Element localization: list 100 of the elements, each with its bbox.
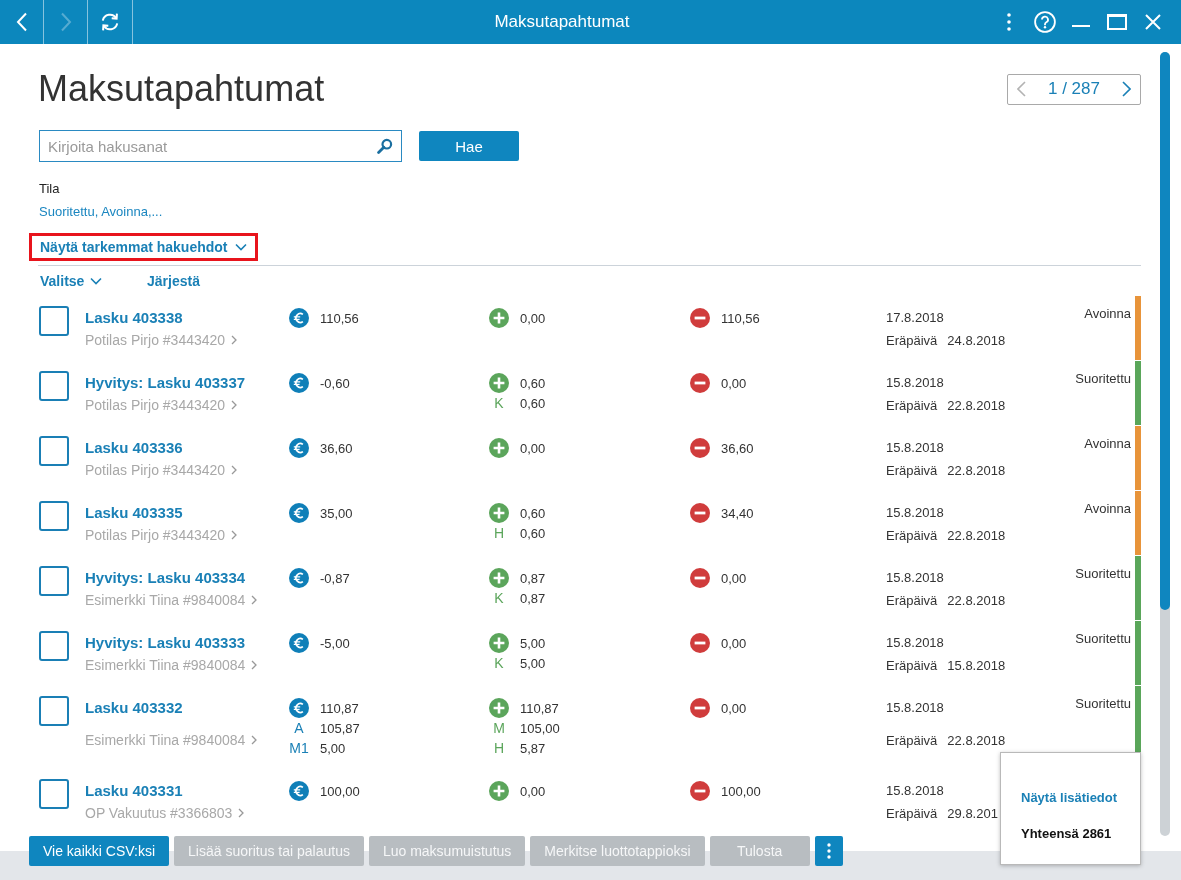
row-checkbox[interactable] [39,631,69,661]
invoice-link[interactable]: Hyvitys: Lasku 403334 [85,567,246,589]
row-checkbox[interactable] [39,306,69,336]
amount-value: -0,87 [320,570,350,586]
plus-icon [489,438,509,458]
next-page-button[interactable] [1119,81,1134,97]
date-text: 15.8.2018 [886,782,944,800]
help-icon [1034,11,1056,33]
minus-icon [690,633,710,653]
date-text: 15.8.2018 [886,439,944,457]
due-date-label: Eräpäivä [886,332,938,350]
due-date-label: Eräpäivä [886,592,938,610]
filter-value-link[interactable]: Suoritettu, Avoinna,... [38,203,163,220]
sort-link[interactable]: Järjestä [145,273,202,289]
chevron-down-icon [90,277,103,285]
customer-link[interactable]: Esimerkki Tiina #9840084 [85,654,258,676]
chevron-right-icon [1122,81,1131,97]
chevron-left-icon [1017,81,1026,97]
euro-icon [289,698,309,718]
status-text: Avoinna [1084,501,1131,516]
plus-icon [489,308,509,328]
plus-icon [489,373,509,393]
payment-code: M1 [289,740,309,756]
due-date-text: 22.8.2018 [947,592,1006,610]
dropdown-menu-button[interactable]: Valitse [38,273,145,289]
amount-value: 35,00 [320,505,353,521]
invoice-link[interactable]: Lasku 403336 [85,437,183,459]
customer-link[interactable]: Potilas Pirjo #3443420 [85,394,238,416]
scrollbar-thumb[interactable] [1160,52,1170,610]
euro-icon [289,568,309,588]
row-checkbox[interactable] [39,371,69,401]
plus-icon [489,568,509,588]
invoice-link[interactable]: Lasku 403332 [85,697,183,719]
amount-value: 0,00 [520,440,546,456]
kebab-menu-icon [1007,13,1011,31]
more-filters-link[interactable]: Näytä tarkemmat hakuehdot [39,239,248,255]
amount-value: 110,56 [320,310,359,326]
customer-link[interactable]: OP Vakuutus #3366803 [85,802,245,824]
due-date-text: 29.8.201 [947,805,998,823]
amount-value: 0,00 [721,570,747,586]
euro-icon [289,503,309,523]
amount-value: 0,00 [721,635,747,651]
customer-link[interactable]: Esimerkki Tiina #9840084 [85,589,258,611]
row-checkbox[interactable] [39,779,69,809]
due-date-label: Eräpäivä [886,462,938,480]
amount-value: -5,00 [320,635,350,651]
search-field[interactable]: Kirjoita hakusanat [39,130,402,162]
date-text: 15.8.2018 [886,699,944,717]
date-text: 15.8.2018 [886,569,944,587]
payment-code: H [492,740,506,756]
search-button[interactable]: Hae [419,131,519,161]
invoice-link[interactable]: Lasku 403335 [85,502,183,524]
minus-icon [690,503,710,523]
amount-value: 0,60 [520,375,546,391]
amount-value: 36,60 [320,440,353,456]
status-text: Avoinna [1084,306,1131,321]
filter-label: Tila [38,180,60,197]
customer-link[interactable]: Esimerkki Tiina #9840084 [85,729,258,751]
row-checkbox[interactable] [39,696,69,726]
amount-value: 0,00 [520,783,546,799]
amount-value: 5,00 [520,655,546,671]
chevron-right-icon [238,808,245,818]
plus-icon [489,781,509,801]
status-text: Suoritettu [1075,631,1131,646]
amount-value: 110,87 [520,700,559,716]
amount-value: 0,60 [520,505,546,521]
row-checkbox[interactable] [39,436,69,466]
close-icon [1145,14,1161,30]
minus-icon [690,373,710,393]
due-date-text: 22.8.2018 [947,732,1006,750]
page-indicator: 1 / 287 [1048,79,1100,99]
chevron-right-icon [251,595,258,605]
scrollbar[interactable] [1160,52,1170,836]
customer-link[interactable]: Potilas Pirjo #3443420 [85,329,238,351]
minus-icon [690,438,710,458]
euro-icon [289,438,309,458]
date-text: 17.8.2018 [886,309,944,327]
minimize-icon [1072,25,1090,27]
amount-value: 36,60 [721,440,754,456]
amount-value: 5,87 [520,740,546,756]
row-checkbox[interactable] [39,566,69,596]
invoice-link[interactable]: Lasku 403331 [85,780,183,802]
total-text: Yhteensä 2861 [1021,825,1112,843]
invoice-link[interactable]: Lasku 403338 [85,307,183,329]
invoice-link[interactable]: Hyvitys: Lasku 403337 [85,372,246,394]
details-link[interactable]: Näytä lisätiedot [1021,789,1118,807]
invoice-link[interactable]: Hyvitys: Lasku 403333 [85,632,246,654]
row-checkbox[interactable] [39,501,69,531]
customer-link[interactable]: Potilas Pirjo #3443420 [85,524,238,546]
chevron-right-icon [251,735,258,745]
more-actions-button[interactable] [814,836,843,866]
amount-value: 34,40 [721,505,754,521]
customer-link[interactable]: Potilas Pirjo #3443420 [85,459,238,481]
action-button[interactable]: Vie kaikki CSV:ksi [29,836,170,866]
payment-code: M [492,720,506,736]
minus-icon [690,698,710,718]
status-text: Suoritettu [1075,696,1131,711]
euro-icon [289,308,309,328]
amount-value: 5,00 [320,740,346,756]
amount-value: 0,00 [721,700,747,716]
